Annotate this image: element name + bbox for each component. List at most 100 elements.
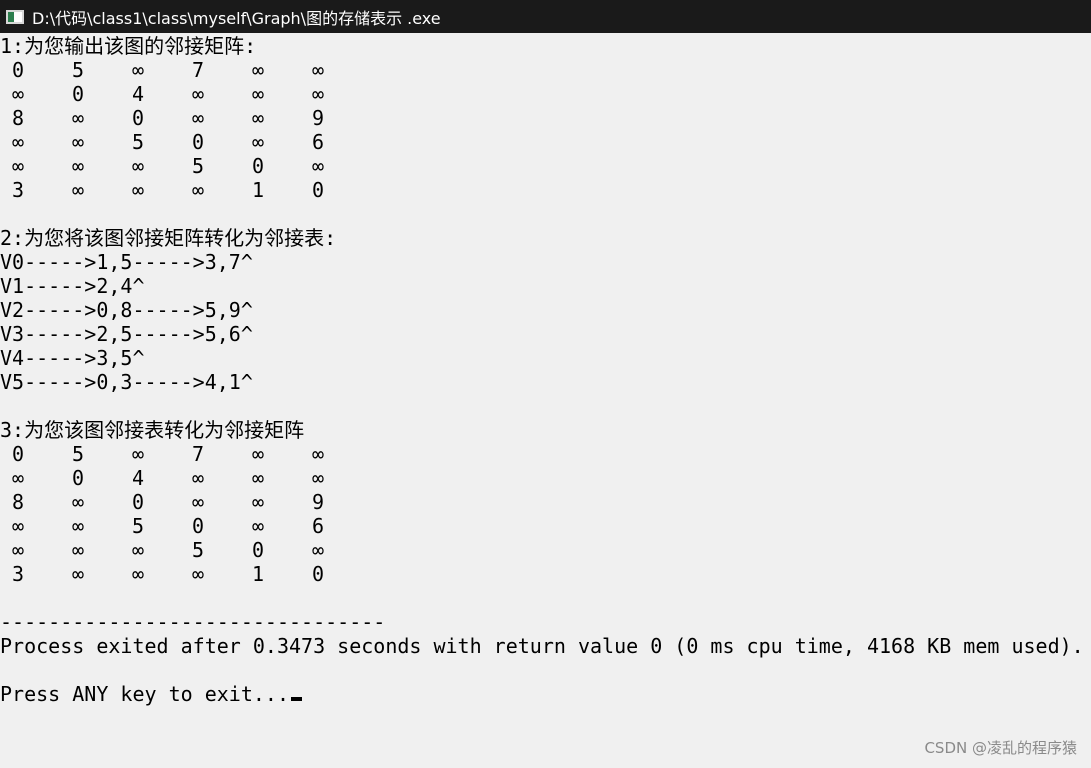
matrix-cell: ∞	[71, 514, 85, 538]
matrix-cell: 0	[311, 178, 325, 202]
matrix-cell: 0	[131, 106, 145, 130]
matrix-cell: 8	[11, 106, 25, 130]
title-bar[interactable]: D:\代码\class1\class\myself\Graph\图的存储表示 .…	[0, 0, 1091, 33]
matrix-cell: 4	[131, 82, 145, 106]
matrix-cell: ∞	[71, 538, 85, 562]
matrix-row: 8 ∞ 0 ∞ ∞ 9	[0, 490, 1091, 514]
matrix-cell: ∞	[251, 58, 265, 82]
adjacency-list-line: V4----->3,5^	[0, 346, 145, 370]
matrix-cell: 5	[191, 538, 205, 562]
matrix-cell: ∞	[71, 490, 85, 514]
matrix-cell: ∞	[71, 106, 85, 130]
matrix-cell: 0	[311, 562, 325, 586]
exit-prompt: Press ANY key to exit...	[0, 682, 289, 706]
matrix-cell: 0	[191, 130, 205, 154]
matrix-cell: ∞	[191, 490, 205, 514]
matrix-cell: 9	[311, 490, 325, 514]
separator-line: --------------------------------	[0, 610, 386, 634]
matrix-cell: ∞	[311, 154, 325, 178]
matrix-cell: 5	[131, 130, 145, 154]
matrix-cell: 0	[71, 82, 85, 106]
matrix-cell: 3	[11, 178, 25, 202]
matrix-cell: 0	[11, 58, 25, 82]
section1-header: 1:为您输出该图的邻接矩阵:	[0, 34, 257, 58]
matrix-cell: ∞	[191, 82, 205, 106]
matrix-cell: 6	[311, 130, 325, 154]
matrix-cell: ∞	[131, 154, 145, 178]
matrix-cell: ∞	[11, 514, 25, 538]
matrix-cell: ∞	[131, 58, 145, 82]
adjacency-list-line: V2----->0,8----->5,9^	[0, 298, 253, 322]
matrix-cell: ∞	[131, 538, 145, 562]
matrix-row: 3 ∞ ∞ ∞ 1 0	[0, 178, 1091, 202]
process-status: Process exited after 0.3473 seconds with…	[0, 634, 1084, 658]
matrix-cell: 6	[311, 514, 325, 538]
section2-header: 2:为您将该图邻接矩阵转化为邻接表:	[0, 226, 337, 250]
matrix-cell: ∞	[131, 562, 145, 586]
matrix-cell: ∞	[191, 562, 205, 586]
matrix-cell: 0	[251, 538, 265, 562]
adjacency-list-line: V1----->2,4^	[0, 274, 145, 298]
matrix-cell: ∞	[311, 466, 325, 490]
matrix-cell: ∞	[71, 178, 85, 202]
matrix-cell: 0	[11, 442, 25, 466]
matrix-cell: ∞	[191, 466, 205, 490]
matrix-cell: 7	[191, 58, 205, 82]
matrix-cell: ∞	[251, 82, 265, 106]
matrix-cell: ∞	[311, 538, 325, 562]
section3-header: 3:为您该图邻接表转化为邻接矩阵	[0, 418, 305, 442]
matrix-cell: ∞	[251, 514, 265, 538]
adjacency-list: V0----->1,5----->3,7^ V1----->2,4^ V2-----…	[0, 250, 1091, 394]
matrix-cell: ∞	[11, 154, 25, 178]
matrix-row: ∞ 0 4 ∞ ∞ ∞	[0, 82, 1091, 106]
matrix-cell: 0	[71, 466, 85, 490]
matrix-cell: 5	[131, 514, 145, 538]
matrix-cell: 7	[191, 442, 205, 466]
matrix-cell: ∞	[11, 538, 25, 562]
matrix-row: ∞ ∞ 5 0 ∞ 6	[0, 130, 1091, 154]
matrix-cell: ∞	[131, 442, 145, 466]
console-app-icon	[6, 9, 24, 24]
matrix-cell: 3	[11, 562, 25, 586]
matrix-cell: ∞	[71, 154, 85, 178]
matrix-cell: ∞	[251, 490, 265, 514]
matrix-row: ∞ ∞ ∞ 5 0 ∞	[0, 538, 1091, 562]
console-window: D:\代码\class1\class\myself\Graph\图的存储表示 .…	[0, 0, 1091, 768]
adjacency-list-line: V0----->1,5----->3,7^	[0, 250, 253, 274]
matrix-cell: ∞	[251, 442, 265, 466]
matrix-cell: 5	[71, 442, 85, 466]
text-cursor	[290, 697, 302, 701]
matrix-cell: ∞	[251, 466, 265, 490]
matrix-cell: ∞	[11, 130, 25, 154]
matrix-row: 0 5 ∞ 7 ∞ ∞	[0, 442, 1091, 466]
matrix-cell: ∞	[311, 58, 325, 82]
matrix-cell: ∞	[251, 130, 265, 154]
matrix-cell: 1	[251, 178, 265, 202]
matrix-cell: 8	[11, 490, 25, 514]
matrix-cell: 5	[191, 154, 205, 178]
matrix-cell: 9	[311, 106, 325, 130]
window-title: D:\代码\class1\class\myself\Graph\图的存储表示 .…	[32, 8, 441, 28]
matrix-cell: ∞	[71, 562, 85, 586]
matrix-row: ∞ ∞ 5 0 ∞ 6	[0, 514, 1091, 538]
matrix-cell: 0	[131, 490, 145, 514]
matrix-cell: ∞	[11, 82, 25, 106]
matrix-cell: 4	[131, 466, 145, 490]
matrix-cell: 0	[191, 514, 205, 538]
matrix-row: 0 5 ∞ 7 ∞ ∞	[0, 58, 1091, 82]
console-output[interactable]: 1:为您输出该图的邻接矩阵: 0 5 ∞ 7 ∞ ∞ ∞ 0 4 ∞ ∞ ∞ 8 ∞ 0 ∞ ∞ 9 ∞ ∞ 5 0 ∞ 6 ∞…	[0, 34, 1091, 768]
matrix-cell: ∞	[311, 82, 325, 106]
matrix-cell: 0	[251, 154, 265, 178]
exit-prompt-line: Press ANY key to exit...	[0, 682, 1091, 706]
matrix-row: ∞ ∞ ∞ 5 0 ∞	[0, 154, 1091, 178]
matrix-cell: ∞	[251, 106, 265, 130]
matrix-cell: ∞	[131, 178, 145, 202]
adjacency-matrix-1: 0 5 ∞ 7 ∞ ∞ ∞ 0 4 ∞ ∞ ∞ 8 ∞ 0 ∞ ∞ 9 ∞ ∞ 5 0 ∞ 6 ∞ ∞ ∞ 5 0 ∞ 3 ∞ ∞ ∞ 1 0	[0, 58, 1091, 202]
matrix-cell: 5	[71, 58, 85, 82]
matrix-cell: ∞	[191, 178, 205, 202]
adjacency-list-line: V3----->2,5----->5,6^	[0, 322, 253, 346]
matrix-row: 8 ∞ 0 ∞ ∞ 9	[0, 106, 1091, 130]
matrix-cell: ∞	[71, 130, 85, 154]
adjacency-list-line: V5----->0,3----->4,1^	[0, 370, 253, 394]
matrix-cell: ∞	[311, 442, 325, 466]
